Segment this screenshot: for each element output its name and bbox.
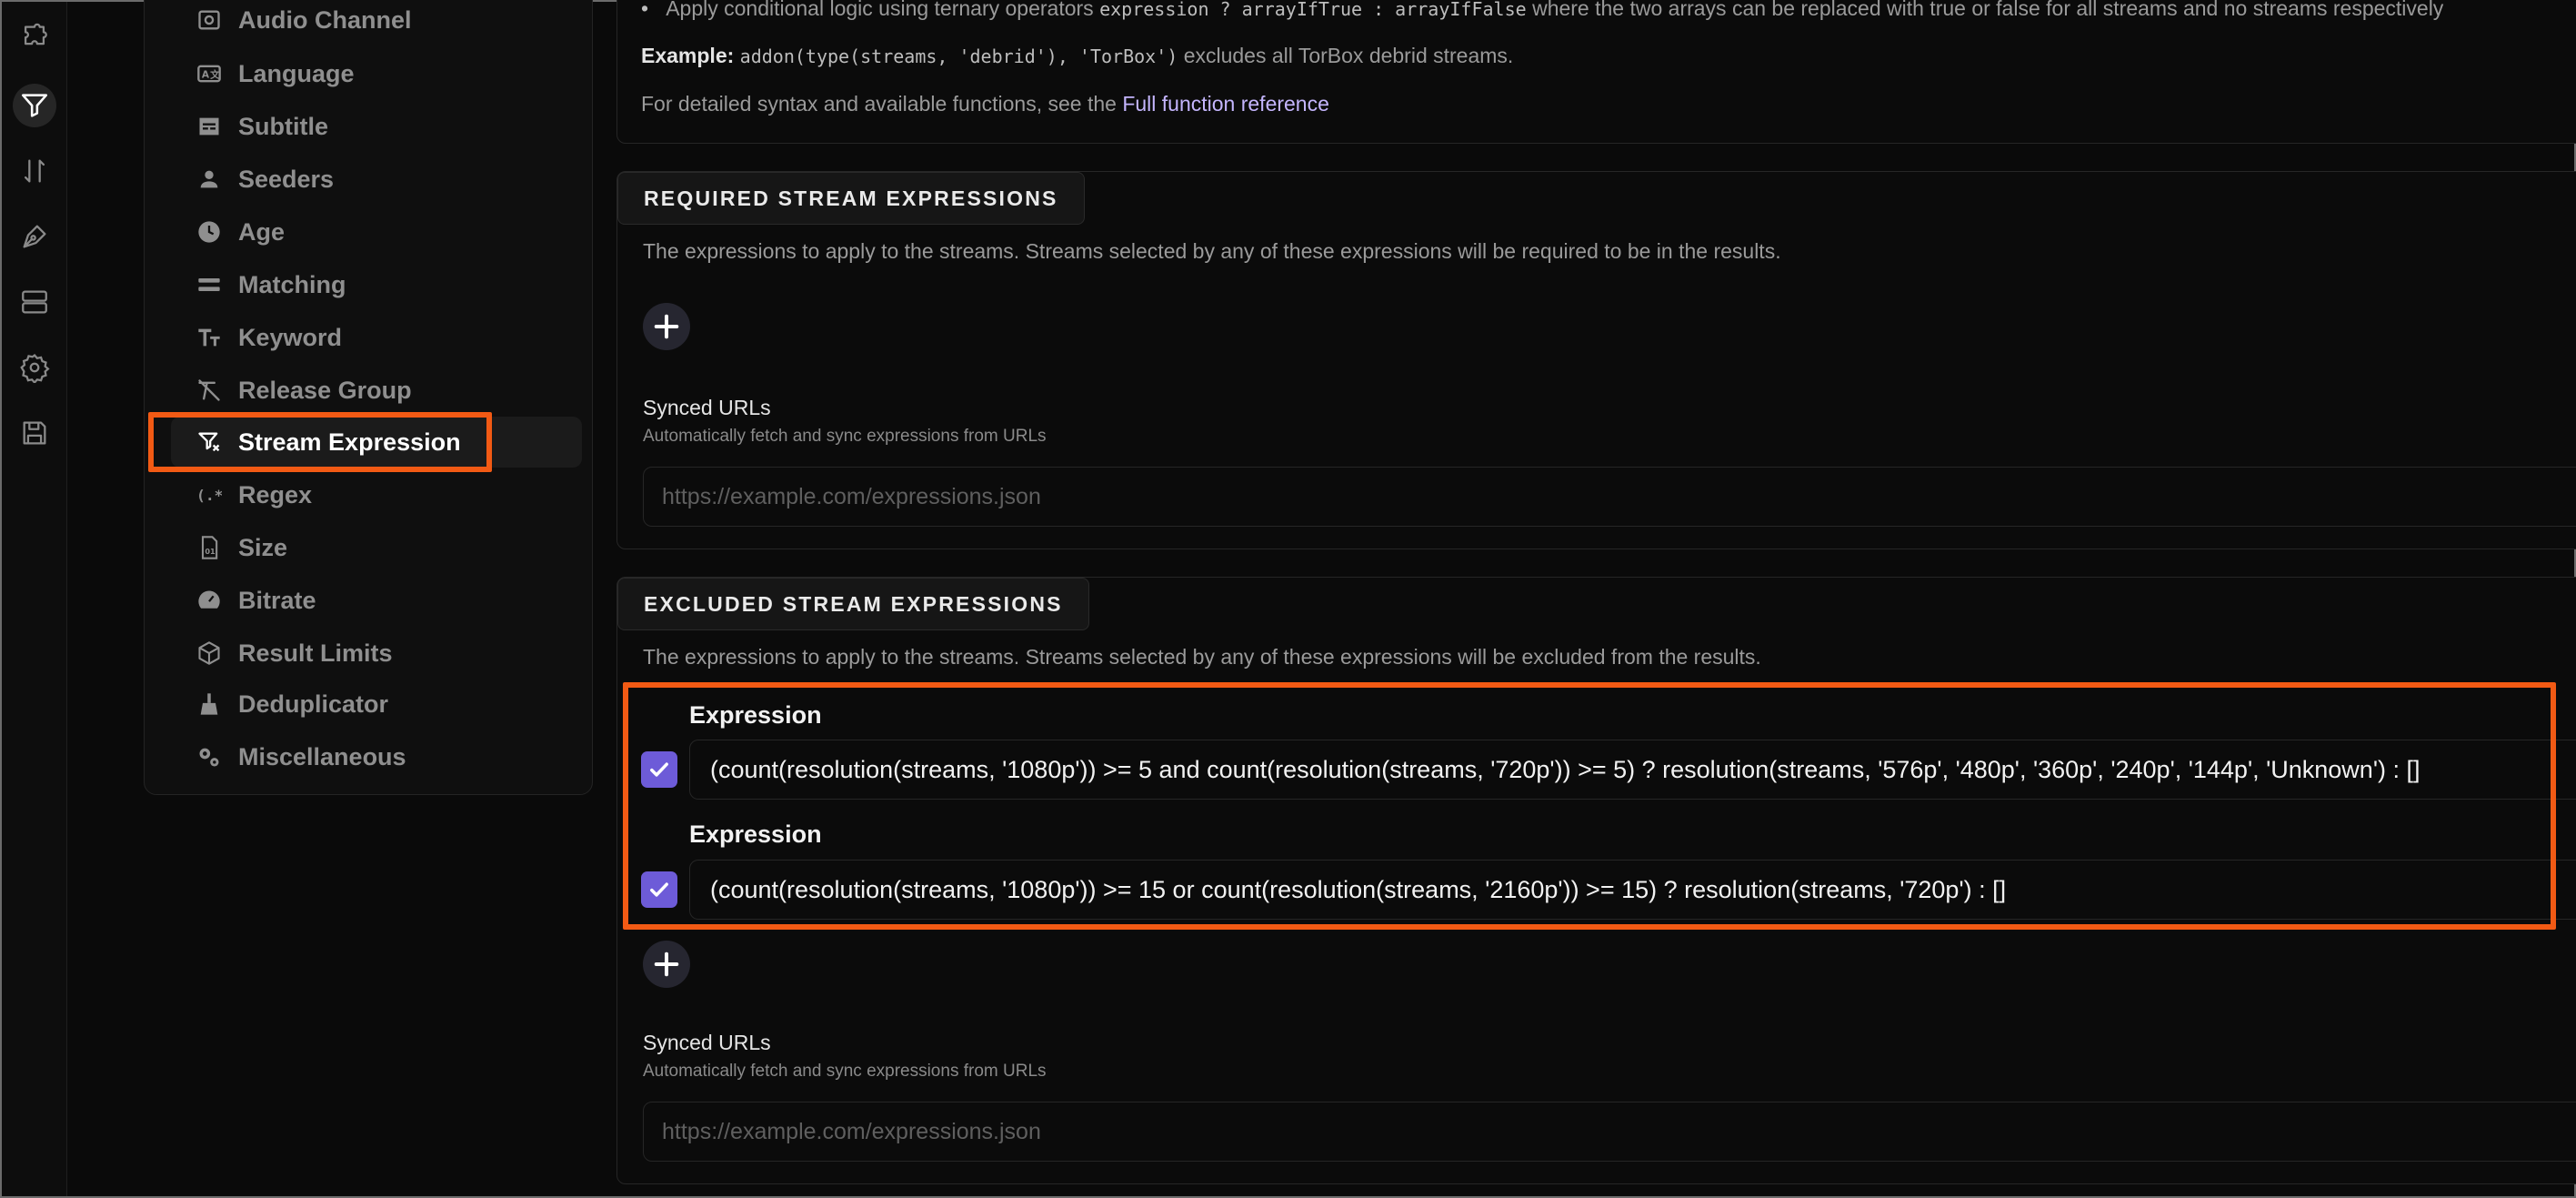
sidebar-item-release-group[interactable]: Release Group	[171, 365, 582, 416]
required-expressions-card: REQUIRED STREAM EXPRESSIONS The expressi…	[616, 171, 2576, 549]
section-description: The expressions to apply to the streams.…	[643, 239, 1781, 263]
section-title: EXCLUDED STREAM EXPRESSIONS	[617, 578, 1089, 630]
subtitle-icon	[199, 117, 219, 136]
sidebar-item-label: Subtitle	[238, 112, 328, 140]
example-line: Example: addon(type(streams, 'debrid'), …	[641, 44, 1514, 67]
plus-icon	[654, 314, 679, 339]
clock-icon	[198, 221, 220, 243]
regex-icon: (.*)	[196, 487, 222, 504]
gauge-icon	[198, 590, 220, 609]
sidebar-item-regex[interactable]: (.*) Regex	[171, 469, 582, 520]
icon-rail	[2, 2, 67, 1196]
sort-icon[interactable]	[13, 149, 56, 193]
expression-label: Expression	[689, 701, 822, 729]
synced-url-input[interactable]	[643, 1102, 2576, 1162]
expression-enabled-checkbox[interactable]	[641, 751, 677, 788]
sidebar-item-label: Stream Expression	[238, 428, 461, 456]
broom-icon	[200, 693, 218, 715]
synced-urls-label: Synced URLs	[643, 1031, 771, 1054]
sidebar-item-miscellaneous[interactable]: Miscellaneous	[171, 731, 582, 782]
expression-input[interactable]: (count(resolution(streams, '1080p')) >= …	[689, 860, 2576, 920]
filter-icon[interactable]	[13, 84, 56, 127]
synced-urls-help: Automatically fetch and sync expressions…	[643, 1062, 1047, 1081]
section-title: REQUIRED STREAM EXPRESSIONS	[617, 172, 1085, 225]
expression-label: Expression	[689, 820, 822, 848]
sidebar-item-seeders[interactable]: Seeders	[171, 154, 582, 205]
sidebar-item-label: Release Group	[238, 376, 412, 404]
person-icon	[200, 170, 218, 188]
server-icon[interactable]	[13, 280, 56, 324]
sidebar-item-label: Regex	[238, 480, 313, 508]
gears-icon	[199, 748, 219, 767]
release-group-icon	[198, 379, 220, 401]
sidebar-item-deduplicator[interactable]: Deduplicator	[171, 679, 582, 730]
sidebar-item-label: Keyword	[238, 323, 343, 351]
sidebar-item-label: Seeders	[238, 165, 335, 193]
sidebar-item-label: Audio Channel	[238, 5, 412, 34]
add-expression-button[interactable]	[643, 941, 690, 988]
reference-line: For detailed syntax and available functi…	[641, 92, 1329, 116]
expression-enabled-checkbox[interactable]	[641, 871, 677, 908]
save-icon[interactable]	[13, 411, 56, 455]
sidebar-item-audio-channel[interactable]: Audio Channel	[171, 0, 582, 45]
synced-urls-label: Synced URLs	[643, 396, 771, 419]
sidebar-item-keyword[interactable]: Keyword	[171, 312, 582, 363]
sidebar-item-matching[interactable]: Matching	[171, 259, 582, 310]
sidebar-item-age[interactable]: Age	[171, 206, 582, 257]
pen-icon[interactable]	[13, 215, 56, 258]
addons-icon[interactable]	[13, 15, 56, 59]
syntax-help-card	[616, 0, 2576, 144]
sidebar-item-size[interactable]: 01 Size	[171, 522, 582, 573]
sidebar-item-label: Deduplicator	[238, 690, 389, 718]
audio-channel-icon	[198, 10, 220, 30]
function-reference-link[interactable]: Full function reference	[1122, 92, 1329, 116]
syntax-bullet: • Apply conditional logic using ternary …	[641, 0, 2444, 20]
file-size-icon: 01	[201, 536, 218, 559]
filter-expression-icon	[198, 432, 220, 452]
gear-icon[interactable]	[13, 346, 56, 389]
sidebar-item-result-limits[interactable]: Result Limits	[171, 628, 582, 679]
sidebar-item-label: Age	[238, 217, 286, 246]
expression-input[interactable]: (count(resolution(streams, '1080p')) >= …	[689, 740, 2576, 800]
svg-text:01: 01	[205, 547, 216, 556]
sidebar-item-label: Bitrate	[238, 586, 316, 614]
text-icon	[198, 328, 220, 347]
add-expression-button[interactable]	[643, 303, 690, 350]
section-description: The expressions to apply to the streams.…	[643, 645, 1761, 669]
sidebar-item-language[interactable]: A文 Language	[171, 48, 582, 99]
synced-urls-help: Automatically fetch and sync expressions…	[643, 427, 1047, 446]
sidebar-item-label: Result Limits	[238, 639, 393, 667]
sidebar-item-subtitle[interactable]: Subtitle	[171, 101, 582, 152]
sidebar-item-label: Miscellaneous	[238, 742, 406, 770]
box-icon	[198, 641, 220, 665]
sidebar-item-bitrate[interactable]: Bitrate	[171, 575, 582, 626]
plus-icon	[654, 951, 679, 977]
sidebar-item-stream-expression[interactable]: Stream Expression	[171, 417, 582, 468]
language-icon: A文	[197, 65, 221, 83]
synced-url-input[interactable]	[643, 467, 2576, 527]
sidebar-item-label: Matching	[238, 270, 346, 298]
svg-text:(.*): (.*)	[196, 487, 222, 504]
equals-icon	[198, 278, 220, 291]
checkmark-icon	[650, 762, 668, 777]
svg-text:文: 文	[209, 69, 220, 81]
sidebar-item-label: Language	[238, 59, 355, 87]
sidebar-item-label: Size	[238, 533, 288, 561]
svg-text:A: A	[202, 70, 210, 81]
checkmark-icon	[650, 882, 668, 897]
